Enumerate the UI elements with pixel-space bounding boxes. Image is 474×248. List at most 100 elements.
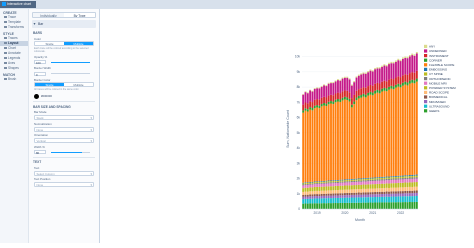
shapes-icon bbox=[4, 66, 7, 70]
trace-group-header[interactable]: Bar bbox=[32, 20, 96, 28]
bar-segment bbox=[348, 181, 351, 183]
bar-segment bbox=[350, 189, 353, 193]
opacity-slider[interactable]: 100 bbox=[34, 60, 94, 65]
app-title[interactable]: Interactive chart bbox=[0, 1, 36, 8]
bar-segment bbox=[337, 185, 339, 191]
bar-segment bbox=[371, 70, 374, 72]
opacity-track[interactable] bbox=[51, 61, 90, 63]
bar-segment bbox=[311, 184, 314, 188]
bar-segment bbox=[330, 195, 332, 199]
border-width-track[interactable] bbox=[51, 73, 90, 74]
bar-segment bbox=[357, 189, 360, 193]
bar-segment bbox=[320, 190, 323, 194]
bar-segment bbox=[404, 56, 407, 58]
bar-segment bbox=[353, 94, 356, 102]
bar-segment bbox=[360, 180, 363, 182]
bar-segment bbox=[332, 104, 335, 181]
bar-segment bbox=[346, 97, 349, 101]
bar-segment bbox=[320, 97, 323, 104]
border-color-swatch[interactable] bbox=[34, 93, 39, 99]
bar-segment bbox=[390, 191, 393, 194]
x-tick-label: 2022 bbox=[397, 211, 404, 215]
bar-segment bbox=[325, 86, 328, 98]
bar-segment bbox=[313, 88, 316, 100]
bar-segment bbox=[343, 189, 346, 194]
bar-segment bbox=[353, 82, 356, 95]
color-label: Color bbox=[34, 36, 41, 41]
width-slider[interactable]: 80 bbox=[34, 150, 94, 155]
bar-segment bbox=[313, 184, 316, 187]
bar-segment bbox=[374, 202, 377, 209]
normalization-dropdown[interactable]: None bbox=[34, 126, 94, 133]
bar-segment bbox=[383, 64, 386, 66]
bar-segment bbox=[367, 202, 370, 209]
bar-segment bbox=[392, 89, 395, 177]
bar-segment bbox=[388, 193, 390, 197]
border-color-picker[interactable]: #000000 bbox=[34, 93, 94, 99]
border-width-value[interactable]: 0 bbox=[34, 71, 46, 77]
legend-entry: GEEKS bbox=[429, 109, 439, 113]
bar-segment bbox=[325, 103, 328, 107]
stacked-bar-chart[interactable]: 0 1k 2k 3k 4k 5k 6k 7k 8k 9k 10k 2019 2020 2021 2022 Mo… bbox=[100, 9, 474, 243]
bar-segment bbox=[395, 178, 397, 180]
bar-segment bbox=[378, 202, 381, 209]
bar-segment bbox=[304, 182, 307, 184]
bar-segment bbox=[395, 183, 397, 188]
bar-segment bbox=[397, 179, 400, 183]
bar-segment bbox=[376, 188, 379, 192]
border-color-multiple-option[interactable]: Multiple bbox=[64, 83, 93, 86]
tab-individually[interactable]: Individually bbox=[33, 13, 64, 17]
bar-segment bbox=[385, 187, 388, 192]
bar-segment bbox=[406, 175, 409, 177]
bar-segment bbox=[367, 192, 370, 195]
bar-segment bbox=[346, 182, 349, 186]
border-color-single-option[interactable]: Single bbox=[35, 83, 64, 86]
bar-segment bbox=[343, 90, 346, 97]
bar-segment bbox=[355, 194, 358, 198]
color-single-option[interactable]: Single bbox=[35, 42, 64, 45]
bar-segment bbox=[362, 73, 365, 88]
bar-segment bbox=[306, 182, 309, 185]
bar-segment bbox=[341, 182, 344, 186]
text-position-dropdown[interactable]: None bbox=[34, 182, 94, 188]
border-width-slider[interactable]: 0 bbox=[34, 71, 94, 77]
bar-mode-dropdown[interactable]: Stack bbox=[34, 115, 94, 121]
bar-segment bbox=[327, 181, 330, 183]
bar-segment bbox=[376, 194, 379, 198]
bar-segment bbox=[371, 85, 374, 93]
bar-segment bbox=[415, 175, 418, 178]
bar-segment bbox=[406, 182, 409, 188]
bar-segment bbox=[355, 179, 358, 181]
bar-segment bbox=[397, 191, 400, 194]
bar-segment bbox=[316, 107, 319, 182]
bar-segment bbox=[311, 203, 314, 209]
orientation-label: Orientation bbox=[34, 133, 49, 137]
opacity-value[interactable]: 100 bbox=[34, 60, 46, 65]
border-color-label: Border Color bbox=[34, 77, 51, 82]
bar-segment bbox=[350, 181, 353, 183]
bar-segment bbox=[404, 193, 407, 197]
tab-by-type[interactable]: By Type bbox=[64, 13, 95, 17]
legend-swatch bbox=[424, 44, 428, 48]
bar-segment bbox=[318, 183, 321, 185]
nav-item-transforms[interactable]: Transforms bbox=[0, 25, 28, 30]
bar-segment bbox=[376, 89, 379, 93]
legend-swatch bbox=[424, 58, 428, 62]
bar-segment bbox=[341, 181, 344, 183]
bar-segment bbox=[357, 194, 360, 198]
color-multiple-option[interactable]: Multiple bbox=[64, 42, 93, 45]
bar-segment bbox=[392, 61, 395, 64]
orientation-dropdown[interactable]: Vertical bbox=[34, 138, 94, 144]
width-track[interactable] bbox=[51, 151, 90, 153]
nav-item-brush[interactable]: Brush bbox=[0, 77, 28, 82]
bar-segment bbox=[334, 102, 337, 180]
bar-segment bbox=[325, 195, 328, 199]
bar-segment bbox=[360, 178, 363, 180]
bar-segment bbox=[369, 181, 372, 185]
bar-segment bbox=[415, 182, 418, 187]
text-column-dropdown[interactable]: Select Column bbox=[34, 170, 94, 177]
bar-segment bbox=[378, 67, 381, 69]
width-value[interactable]: 80 bbox=[34, 150, 46, 155]
bar-segment bbox=[330, 181, 332, 183]
bar-segment bbox=[348, 101, 351, 180]
